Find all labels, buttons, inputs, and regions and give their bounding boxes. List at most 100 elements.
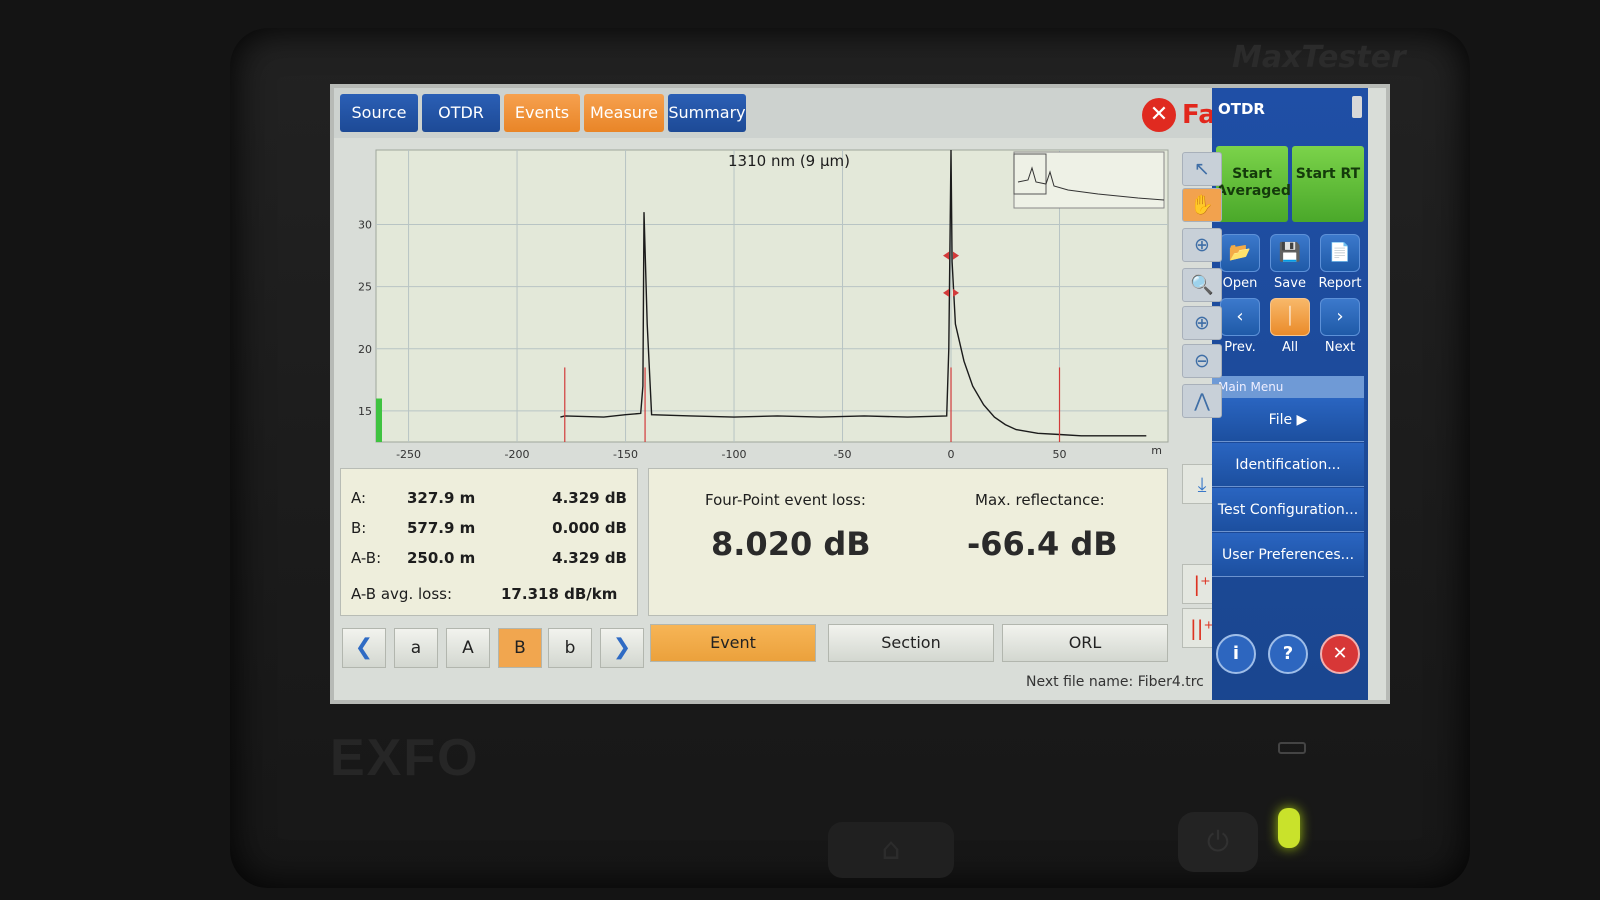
power-button[interactable]: ⏻: [1178, 812, 1258, 872]
prev-label: Prev.: [1224, 340, 1256, 355]
fit-trace-icon: ⋀: [1194, 390, 1210, 412]
open-label: Open: [1222, 276, 1258, 291]
marker-b-small-button[interactable]: b: [548, 628, 592, 668]
event-loss-panel: Four-Point event loss: 8.020 dB Max. ref…: [648, 468, 1168, 616]
add-marker-icon: |⁺: [1193, 572, 1211, 596]
report-label: Report: [1318, 276, 1362, 291]
power-icon: ⏻: [1206, 825, 1230, 858]
pan-hand-icon: ✋: [1190, 194, 1214, 216]
help-button[interactable]: ?: [1268, 634, 1308, 674]
avg-loss-label: A-B avg. loss:: [351, 585, 453, 603]
tab-source[interactable]: Source: [340, 94, 418, 132]
a-label: A:: [351, 489, 367, 507]
zoom-full-tool-button[interactable]: 🔍: [1182, 268, 1222, 302]
next-file-name: Next file name: Fiber4.trc: [1026, 674, 1204, 690]
side-panel-title: OTDR: [1218, 100, 1265, 118]
add-dual-marker-icon: ||⁺: [1189, 616, 1215, 640]
zoom-out-icon: ⊖: [1194, 350, 1210, 372]
menu-file[interactable]: File ▶: [1212, 398, 1364, 442]
pan-hand-tool-button[interactable]: ✋: [1182, 188, 1222, 222]
fit-trace-tool-button[interactable]: ⋀: [1182, 384, 1222, 418]
zoom-full-icon: 🔍: [1190, 274, 1214, 296]
event-loss-label: Four-Point event loss:: [705, 491, 866, 509]
start-averaged-button[interactable]: Start Averaged: [1216, 146, 1291, 222]
home-icon: ⌂: [881, 832, 901, 867]
all-label: All: [1281, 340, 1299, 355]
device-screen: Source OTDR Events Measure Summary ✕ Fai…: [330, 84, 1390, 704]
marker-b-button[interactable]: B: [498, 628, 542, 668]
tab-measure[interactable]: Measure: [584, 94, 664, 132]
a-distance: 327.9 m: [407, 489, 476, 507]
x-tick-label: -150: [613, 448, 638, 461]
b-distance: 577.9 m: [407, 519, 476, 537]
y-tick-label: 30: [358, 219, 372, 232]
b-loss: 0.000 dB: [552, 519, 627, 537]
zoom-area-tool-button[interactable]: ⊕: [1182, 228, 1222, 262]
arrow-down-icon: ⤓: [1197, 472, 1207, 496]
x-tick-label: 0: [948, 448, 955, 461]
start-rt-button[interactable]: Start RT: [1292, 146, 1364, 222]
x-tick-label: -250: [396, 448, 421, 461]
mode-section-button[interactable]: Section: [828, 624, 994, 662]
ab-label: A-B:: [351, 549, 382, 567]
x-tick-label: -100: [722, 448, 747, 461]
x-tick-label: -200: [505, 448, 530, 461]
chart-title: 1310 nm (9 µm): [728, 152, 850, 170]
zoom-out-tool-button[interactable]: ⊖: [1182, 344, 1222, 378]
avg-loss-value: 17.318 dB/km: [501, 585, 618, 603]
ab-distance: 250.0 m: [407, 549, 476, 567]
tab-events[interactable]: Events: [504, 94, 580, 132]
b-label: B:: [351, 519, 367, 537]
marker-a-small-button[interactable]: a: [394, 628, 438, 668]
report-button[interactable]: 📄 Report: [1316, 234, 1364, 294]
info-icon: i: [1232, 643, 1240, 664]
marker-a-button[interactable]: A: [446, 628, 490, 668]
trace-chart-svg: -250 -200 -150 -100 -50 0 50 15 20 25 30 m: [358, 149, 1169, 461]
launch-level-indicator: [376, 398, 382, 442]
mode-orl-button[interactable]: ORL: [1002, 624, 1168, 662]
menu-user-preferences[interactable]: User Preferences...: [1212, 533, 1364, 577]
x-axis-unit-label: m: [1151, 444, 1162, 457]
card-slot: [1278, 742, 1306, 754]
open-button[interactable]: 📂 Open: [1216, 234, 1264, 294]
menu-identification[interactable]: Identification...: [1212, 443, 1364, 487]
reflectance-label: Max. reflectance:: [975, 491, 1105, 509]
next-trace-button[interactable]: › Next: [1316, 298, 1364, 358]
zoom-in-icon: ⊕: [1194, 312, 1210, 334]
battery-icon: [1352, 96, 1362, 118]
mode-event-button[interactable]: Event: [650, 624, 816, 662]
event-loss-value: 8.020 dB: [711, 525, 871, 563]
marker-prev-button[interactable]: ❮: [342, 628, 386, 668]
tab-otdr[interactable]: OTDR: [422, 94, 500, 132]
device-model-label: MaxTester: [1232, 40, 1406, 75]
zoom-in-tool-button[interactable]: ⊕: [1182, 306, 1222, 340]
pointer-icon: ↖: [1194, 158, 1210, 180]
save-button[interactable]: 💾 Save: [1266, 234, 1314, 294]
y-tick-label: 25: [358, 281, 372, 294]
overview-minimap: [1013, 151, 1165, 209]
reflectance-value: -66.4 dB: [967, 525, 1118, 563]
pointer-tool-button[interactable]: ↖: [1182, 152, 1222, 186]
save-label: Save: [1274, 276, 1306, 291]
all-trace-icon: ⏐: [1270, 298, 1310, 336]
x-tick-label: 50: [1053, 448, 1067, 461]
ab-loss: 4.329 dB: [552, 549, 627, 567]
otdr-trace-chart[interactable]: -250 -200 -150 -100 -50 0 50 15 20 25 30 m 1310 nm …: [338, 142, 1182, 462]
marker-next-button[interactable]: ❯: [600, 628, 644, 668]
zoom-area-icon: ⊕: [1194, 234, 1210, 256]
y-tick-label: 15: [358, 405, 372, 418]
tab-summary[interactable]: Summary: [668, 94, 746, 132]
info-button[interactable]: i: [1216, 634, 1256, 674]
all-trace-button[interactable]: ⏐ All: [1266, 298, 1314, 358]
menu-test-configuration[interactable]: Test Configuration...: [1212, 488, 1364, 532]
exit-button[interactable]: ✕: [1320, 634, 1360, 674]
prev-icon: ‹: [1220, 298, 1260, 336]
marker-measurement-panel: A: 327.9 m 4.329 dB B: 577.9 m 0.000 dB …: [340, 468, 638, 616]
prev-trace-button[interactable]: ‹ Prev.: [1216, 298, 1264, 358]
home-button[interactable]: ⌂: [828, 822, 954, 878]
next-icon: ›: [1320, 298, 1360, 336]
y-tick-label: 20: [358, 343, 372, 356]
otdr-side-panel: OTDR Start Averaged Start RT 📂 Open 💾 Sa…: [1212, 88, 1368, 700]
next-label: Next: [1324, 340, 1356, 355]
tab-bar: Source OTDR Events Measure Summary ✕ Fai…: [334, 88, 1234, 138]
